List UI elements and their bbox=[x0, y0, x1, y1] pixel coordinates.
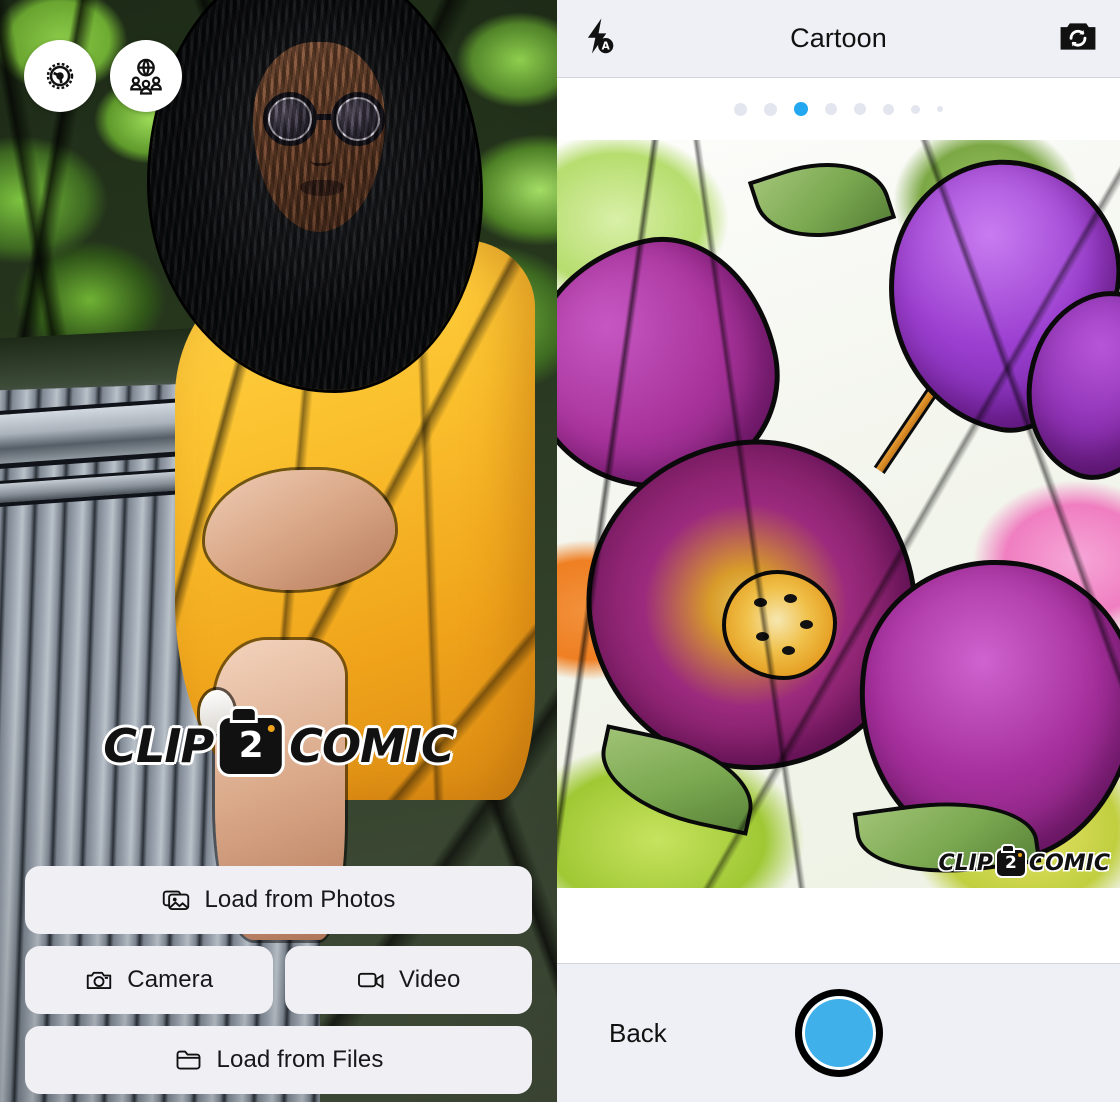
camera-video-row: Camera Video bbox=[25, 946, 532, 1014]
community-button[interactable] bbox=[110, 40, 182, 112]
camera-flip-button[interactable] bbox=[1054, 15, 1102, 63]
video-button[interactable]: Video bbox=[284, 946, 532, 1014]
watermark-word-clip: CLIP bbox=[938, 850, 993, 876]
page-dot[interactable] bbox=[937, 106, 943, 112]
camera-icon bbox=[84, 965, 114, 995]
page-dot[interactable] bbox=[825, 103, 837, 115]
watermark-camera-icon: 2 bbox=[996, 846, 1025, 876]
stamen bbox=[800, 620, 813, 629]
back-button[interactable]: Back bbox=[609, 1018, 667, 1049]
cartoon-flower-image bbox=[557, 140, 1120, 888]
home-panel: CLIP 2 COMIC Load from Photos Camera Vid… bbox=[0, 0, 557, 1102]
camera-label: Camera bbox=[127, 966, 214, 993]
shutter-button[interactable] bbox=[794, 989, 883, 1077]
camera-flip-icon bbox=[1057, 17, 1099, 60]
globe-people-icon bbox=[125, 55, 167, 97]
load-from-files-button[interactable]: Load from Files bbox=[25, 1026, 532, 1094]
flash-auto-icon: A bbox=[581, 17, 617, 60]
page-dot[interactable] bbox=[764, 102, 777, 116]
flash-auto-button[interactable]: A bbox=[575, 15, 623, 63]
app-logo: CLIP 2 COMIC bbox=[103, 709, 455, 774]
page-dot[interactable] bbox=[883, 103, 894, 115]
page-dot[interactable] bbox=[854, 103, 866, 115]
page-dot[interactable] bbox=[911, 104, 920, 114]
flower-center bbox=[722, 570, 837, 680]
logo-word-comic: COMIC bbox=[289, 719, 455, 773]
photo-stack-icon bbox=[161, 885, 191, 915]
watermark-word-comic: COMIC bbox=[1028, 850, 1110, 876]
preview-watermark: CLIP 2 COMIC bbox=[938, 846, 1110, 876]
load-from-photos-label: Load from Photos bbox=[204, 886, 396, 913]
page-dot-active[interactable] bbox=[794, 102, 808, 116]
stamen bbox=[782, 646, 795, 655]
camera-header: A Cartoon bbox=[557, 0, 1120, 78]
camera-preview[interactable]: CLIP 2 COMIC bbox=[557, 140, 1120, 888]
logo-flash-dot bbox=[268, 725, 276, 732]
stamen bbox=[784, 594, 797, 603]
logo-word-clip: CLIP bbox=[103, 719, 214, 773]
load-from-files-label: Load from Files bbox=[216, 1046, 384, 1073]
action-buttons: Load from Photos Camera Video Load from … bbox=[25, 866, 532, 1094]
page-dot[interactable] bbox=[734, 102, 747, 116]
watermark-badge-two: 2 bbox=[1005, 852, 1017, 873]
video-label: Video bbox=[399, 966, 461, 993]
camera-title: Cartoon bbox=[790, 23, 887, 53]
camera-button[interactable]: Camera bbox=[25, 946, 273, 1014]
app-screen: CLIP 2 COMIC Load from Photos Camera Vid… bbox=[0, 0, 1120, 1102]
video-camera-icon bbox=[356, 965, 386, 995]
logo-badge-two: 2 bbox=[238, 725, 264, 766]
camera-footer: Back bbox=[557, 963, 1120, 1102]
settings-button[interactable] bbox=[24, 40, 96, 112]
svg-text:A: A bbox=[602, 41, 611, 53]
gear-icon bbox=[40, 56, 80, 96]
stamen bbox=[754, 598, 767, 607]
load-from-photos-button[interactable]: Load from Photos bbox=[25, 866, 532, 934]
filter-page-dots[interactable] bbox=[557, 78, 1120, 140]
preview-bottom-gap bbox=[557, 888, 1120, 963]
stamen bbox=[756, 632, 769, 641]
watermark-flash-dot bbox=[1017, 853, 1022, 857]
folder-icon bbox=[174, 1045, 204, 1075]
logo-camera-icon: 2 bbox=[220, 709, 283, 774]
top-left-buttons bbox=[24, 40, 182, 112]
camera-panel: A Cartoon CLIP 2 COMIC Back bbox=[557, 0, 1120, 1102]
